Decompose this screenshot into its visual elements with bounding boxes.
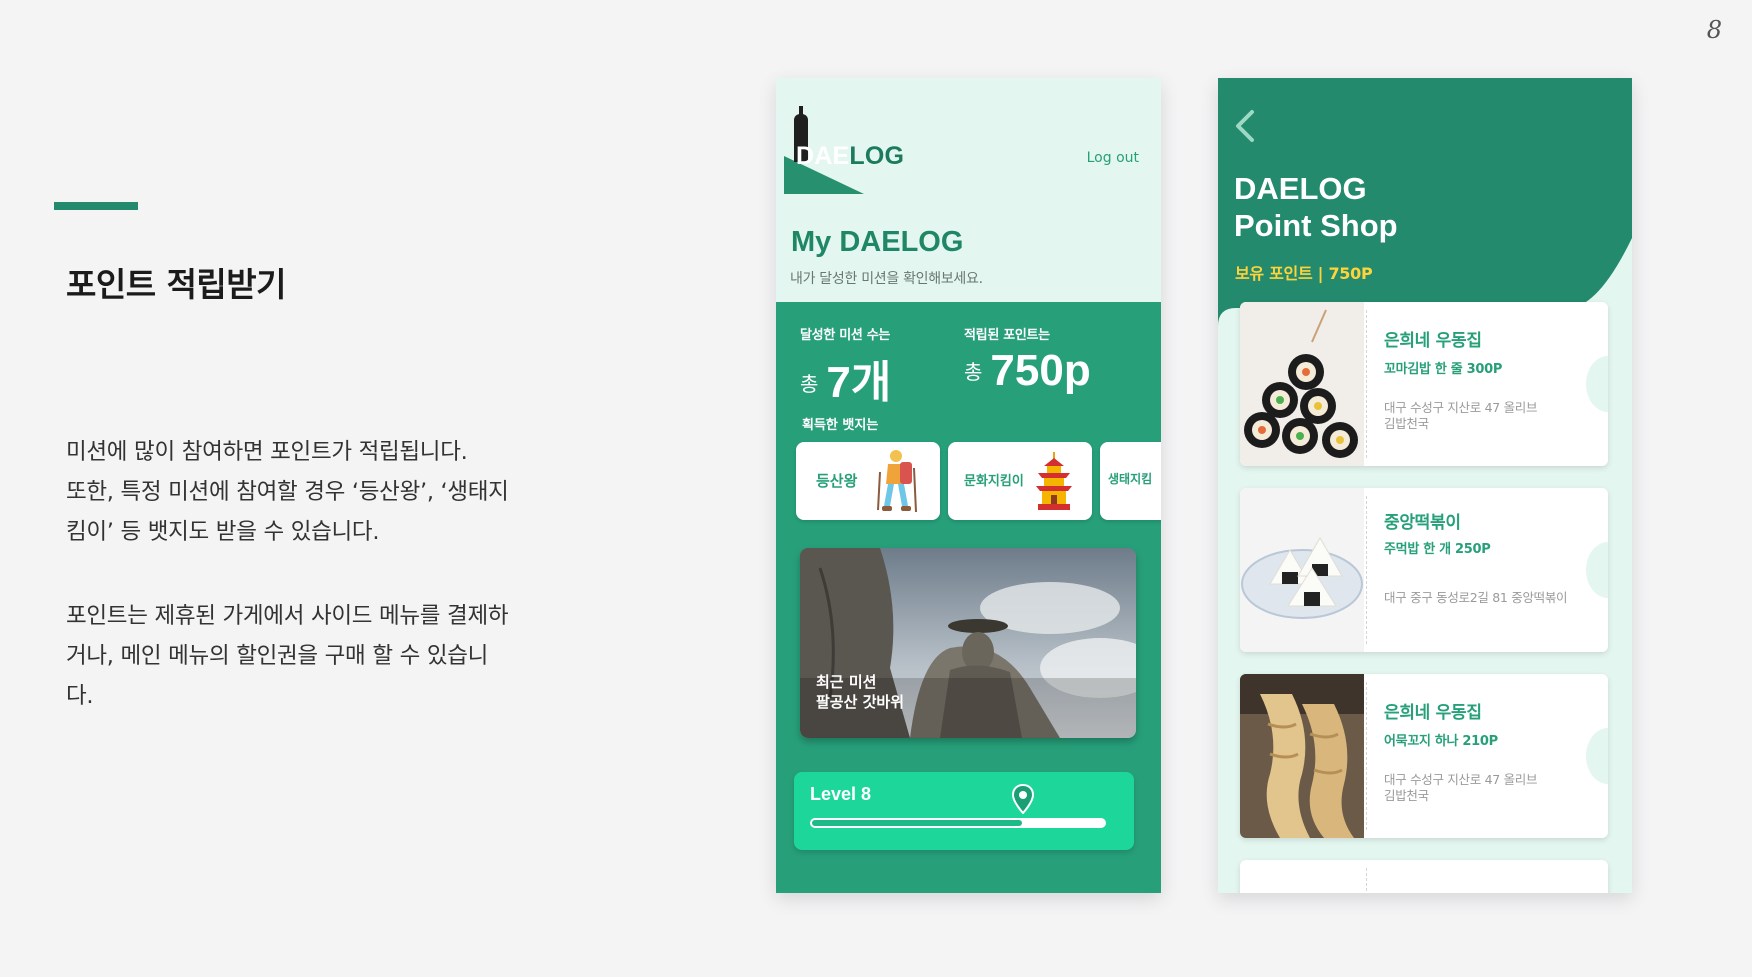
logo-text: DAELOG bbox=[796, 142, 904, 171]
shop-name: 은희네 우동집 bbox=[1384, 703, 1482, 723]
description-line: 킴이’ 등 뱃지도 받을 수 있습니다. bbox=[66, 519, 380, 545]
shop-title-line-1: DAELOG bbox=[1234, 171, 1367, 206]
description-line: 거나, 메인 메뉴의 할인권을 구매 할 수 있습니 bbox=[66, 643, 489, 669]
my-daelog-subtitle: 내가 달성한 미션을 확인해보세요. bbox=[790, 271, 983, 287]
my-daelog-title: My DAELOG bbox=[791, 226, 964, 258]
logo-text-dae: DAE bbox=[796, 142, 850, 170]
coupon-divider bbox=[1366, 496, 1367, 644]
coupon-divider bbox=[1366, 310, 1367, 458]
my-daelog-screen: DAELOG Log out My DAELOG 내가 달성한 미션을 확인해보… bbox=[776, 78, 1161, 893]
point-shop-screen: DAELOG Point Shop 보유 포인트 | 750P 은희네 우동집 … bbox=[1218, 78, 1632, 893]
shop-address-line: 대구 중구 동성로2길 81 중앙떡볶이 bbox=[1384, 590, 1568, 605]
points-earned-value: 총 750p bbox=[964, 346, 1091, 396]
shop-address-line: 대구 수성구 지산로 47 올리브 bbox=[1384, 400, 1538, 415]
recent-mission-label: 최근 미션 bbox=[816, 673, 877, 691]
points-earned-number: 750p bbox=[990, 346, 1091, 395]
coupon-notch bbox=[1586, 728, 1608, 784]
rice-ball-photo bbox=[1240, 488, 1364, 652]
missions-count-value: 총 7개 bbox=[800, 346, 891, 410]
title-accent-bar bbox=[54, 202, 138, 210]
description-paragraph-1: 미션에 많이 참여하면 포인트가 적립됩니다. 또한, 특정 미션에 참여할 경… bbox=[66, 432, 566, 552]
points-earned-prefix: 총 bbox=[964, 360, 983, 384]
slide-title: 포인트 적립받기 bbox=[66, 265, 287, 304]
coupon-notch bbox=[1586, 356, 1608, 412]
description-line: 다. bbox=[66, 683, 94, 709]
level-progress-fill bbox=[812, 820, 1022, 826]
shop-name: 은희네 우동집 bbox=[1384, 331, 1482, 351]
shop-item-price: 꼬마김밥 한 줄 300P bbox=[1384, 362, 1503, 377]
description-paragraph-2: 포인트는 제휴된 가게에서 사이드 메뉴를 결제하 거나, 메인 메뉴의 할인권… bbox=[66, 596, 566, 716]
daelog-logo: DAELOG bbox=[784, 106, 914, 194]
shop-address: 대구 수성구 지산로 47 올리브 김밥천국 bbox=[1384, 772, 1574, 804]
gimbap-photo bbox=[1240, 302, 1364, 466]
shop-name: 중앙떡볶이 bbox=[1384, 513, 1461, 533]
badges-heading: 획득한 뱃지는 bbox=[802, 418, 879, 433]
shop-address-line: 대구 수성구 지산로 47 올리브 bbox=[1384, 772, 1538, 787]
shop-address-line: 김밥천국 bbox=[1384, 788, 1429, 803]
profile-header: DAELOG Log out My DAELOG 내가 달성한 미션을 확인해보… bbox=[776, 78, 1161, 302]
missions-count-label: 달성한 미션 수는 bbox=[800, 328, 891, 343]
shop-address: 대구 수성구 지산로 47 올리브 김밥천국 bbox=[1384, 400, 1574, 432]
location-pin-icon bbox=[1012, 784, 1034, 814]
shop-title-line-2: Point Shop bbox=[1234, 208, 1398, 243]
recent-mission-text: 최근 미션 팔공산 갓바위 bbox=[816, 672, 904, 712]
shop-address: 대구 중구 동성로2길 81 중앙떡볶이 bbox=[1384, 590, 1574, 606]
logout-link[interactable]: Log out bbox=[1087, 150, 1139, 166]
badge-culture-keeper[interactable]: 문화지킴이 bbox=[948, 442, 1092, 520]
pagoda-icon bbox=[1036, 452, 1072, 510]
hiker-icon bbox=[877, 450, 917, 513]
points-earned-label: 적립된 포인트는 bbox=[964, 328, 1050, 343]
badge-hiking-king[interactable]: 등산왕 bbox=[796, 442, 940, 520]
recent-mission-name: 팔공산 갓바위 bbox=[816, 693, 905, 711]
level-label: Level 8 bbox=[810, 784, 872, 804]
back-arrow-icon[interactable] bbox=[1232, 108, 1262, 144]
shop-coupon-card[interactable] bbox=[1240, 860, 1608, 893]
shop-coupon-card[interactable]: 은희네 우동집 꼬마김밥 한 줄 300P 대구 수성구 지산로 47 올리브 … bbox=[1240, 302, 1608, 466]
badge-label: 등산왕 bbox=[816, 472, 858, 490]
shop-item-price: 어묵꼬지 하나 210P bbox=[1384, 734, 1498, 749]
page-number: 8 bbox=[1706, 16, 1722, 44]
shop-address-line: 김밥천국 bbox=[1384, 416, 1429, 431]
badge-label: 생태지킴 bbox=[1108, 472, 1153, 486]
badge-label: 문화지킴이 bbox=[964, 474, 1024, 489]
description-line: 미션에 많이 참여하면 포인트가 적립됩니다. bbox=[66, 439, 468, 465]
owned-points-label: 보유 포인트 | 750P bbox=[1235, 264, 1373, 283]
recent-mission-card[interactable]: 최근 미션 팔공산 갓바위 bbox=[800, 548, 1136, 738]
coupon-divider bbox=[1366, 682, 1367, 830]
level-card: Level 8 bbox=[794, 772, 1134, 850]
description-line: 포인트는 제휴된 가게에서 사이드 메뉴를 결제하 bbox=[66, 603, 509, 629]
missions-count-prefix: 총 bbox=[800, 372, 819, 396]
shop-item-price: 주먹밥 한 개 250P bbox=[1384, 542, 1491, 557]
badge-eco-keeper[interactable]: 생태지킴 bbox=[1100, 442, 1161, 520]
shop-coupon-card[interactable]: 중앙떡볶이 주먹밥 한 개 250P 대구 중구 동성로2길 81 중앙떡볶이 bbox=[1240, 488, 1608, 652]
point-shop-title: DAELOG Point Shop bbox=[1234, 170, 1398, 244]
fishcake-skewer-photo bbox=[1240, 674, 1364, 838]
logo-text-log: LOG bbox=[849, 142, 905, 170]
shop-coupon-card[interactable]: 은희네 우동집 어묵꼬지 하나 210P 대구 수성구 지산로 47 올리브 김… bbox=[1240, 674, 1608, 838]
missions-count-number: 7개 bbox=[826, 358, 892, 407]
coupon-divider bbox=[1366, 868, 1367, 893]
description-line: 또한, 특정 미션에 참여할 경우 ‘등산왕’, ‘생태지 bbox=[66, 479, 509, 505]
level-progress-bar bbox=[810, 818, 1106, 828]
coupon-notch bbox=[1586, 542, 1608, 598]
